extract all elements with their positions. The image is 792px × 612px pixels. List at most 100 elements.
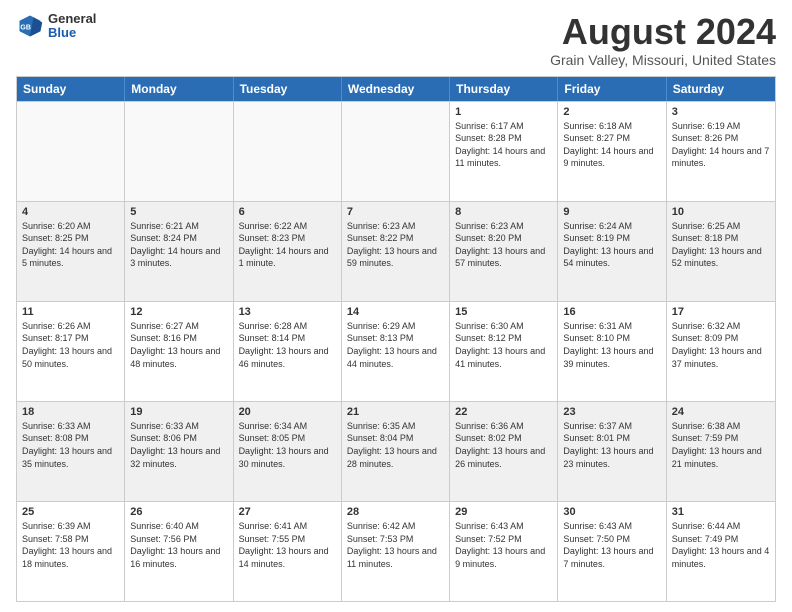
day-of-week-header: Wednesday: [342, 77, 450, 101]
day-info: Sunrise: 6:34 AMSunset: 8:05 PMDaylight:…: [239, 420, 336, 470]
title-area: August 2024 Grain Valley, Missouri, Unit…: [550, 12, 776, 68]
day-info: Sunrise: 6:43 AMSunset: 7:50 PMDaylight:…: [563, 520, 660, 570]
calendar-cell: 25 Sunrise: 6:39 AMSunset: 7:58 PMDayligh…: [17, 502, 125, 601]
day-number: 2: [563, 106, 660, 118]
day-info: Sunrise: 6:43 AMSunset: 7:52 PMDaylight:…: [455, 520, 552, 570]
day-info: Sunrise: 6:41 AMSunset: 7:55 PMDaylight:…: [239, 520, 336, 570]
calendar-cell: [125, 102, 233, 201]
header: GB General Blue August 2024 Grain Valley…: [16, 12, 776, 68]
logo-text: General Blue: [48, 12, 96, 41]
day-info: Sunrise: 6:24 AMSunset: 8:19 PMDaylight:…: [563, 220, 660, 270]
day-info: Sunrise: 6:40 AMSunset: 7:56 PMDaylight:…: [130, 520, 227, 570]
calendar-row: 4 Sunrise: 6:20 AMSunset: 8:25 PMDaylight…: [17, 201, 775, 301]
month-title: August 2024: [550, 12, 776, 52]
day-number: 7: [347, 206, 444, 218]
day-info: Sunrise: 6:39 AMSunset: 7:58 PMDaylight:…: [22, 520, 119, 570]
calendar-cell: 30 Sunrise: 6:43 AMSunset: 7:50 PMDayligh…: [558, 502, 666, 601]
calendar-cell: 9Sunrise: 6:24 AMSunset: 8:19 PMDaylight…: [558, 202, 666, 301]
day-number: 1: [455, 106, 552, 118]
day-number: 30: [563, 506, 660, 518]
day-info: Sunrise: 6:27 AMSunset: 8:16 PMDaylight:…: [130, 320, 227, 370]
day-number: 15: [455, 306, 552, 318]
calendar-cell: 29 Sunrise: 6:43 AMSunset: 7:52 PMDayligh…: [450, 502, 558, 601]
calendar-cell: 13Sunrise: 6:28 AMSunset: 8:14 PMDayligh…: [234, 302, 342, 401]
calendar-header: SundayMondayTuesdayWednesdayThursdayFrid…: [17, 77, 775, 101]
calendar-cell: 18Sunrise: 6:33 AMSunset: 8:08 PMDayligh…: [17, 402, 125, 501]
calendar-cell: 2 Sunrise: 6:18 AMSunset: 8:27 PMDaylight…: [558, 102, 666, 201]
day-info: Sunrise: 6:18 AMSunset: 8:27 PMDaylight:…: [563, 120, 660, 170]
day-info: Sunrise: 6:21 AMSunset: 8:24 PMDaylight:…: [130, 220, 227, 270]
day-info: Sunrise: 6:29 AMSunset: 8:13 PMDaylight:…: [347, 320, 444, 370]
day-number: 11: [22, 306, 119, 318]
day-number: 17: [672, 306, 770, 318]
location: Grain Valley, Missouri, United States: [550, 52, 776, 68]
day-info: Sunrise: 6:22 AMSunset: 8:23 PMDaylight:…: [239, 220, 336, 270]
day-number: 16: [563, 306, 660, 318]
day-number: 4: [22, 206, 119, 218]
day-info: Sunrise: 6:20 AMSunset: 8:25 PMDaylight:…: [22, 220, 119, 270]
day-of-week-header: Thursday: [450, 77, 558, 101]
day-number: 13: [239, 306, 336, 318]
day-info: Sunrise: 6:35 AMSunset: 8:04 PMDaylight:…: [347, 420, 444, 470]
calendar-cell: 21 Sunrise: 6:35 AMSunset: 8:04 PMDayligh…: [342, 402, 450, 501]
day-info: Sunrise: 6:38 AMSunset: 7:59 PMDaylight:…: [672, 420, 770, 470]
day-number: 6: [239, 206, 336, 218]
calendar-cell: [342, 102, 450, 201]
day-info: Sunrise: 6:25 AMSunset: 8:18 PMDaylight:…: [672, 220, 770, 270]
day-number: 23: [563, 406, 660, 418]
day-info: Sunrise: 6:30 AMSunset: 8:12 PMDaylight:…: [455, 320, 552, 370]
page: GB General Blue August 2024 Grain Valley…: [0, 0, 792, 612]
day-number: 14: [347, 306, 444, 318]
day-of-week-header: Monday: [125, 77, 233, 101]
day-info: Sunrise: 6:36 AMSunset: 8:02 PMDaylight:…: [455, 420, 552, 470]
svg-text:GB: GB: [20, 25, 31, 32]
calendar-cell: 15 Sunrise: 6:30 AMSunset: 8:12 PMDayligh…: [450, 302, 558, 401]
logo-blue: Blue: [48, 26, 96, 40]
day-number: 10: [672, 206, 770, 218]
calendar-cell: 24 Sunrise: 6:38 AMSunset: 7:59 PMDayligh…: [667, 402, 775, 501]
day-number: 24: [672, 406, 770, 418]
calendar-cell: 16Sunrise: 6:31 AMSunset: 8:10 PMDayligh…: [558, 302, 666, 401]
calendar-cell: [17, 102, 125, 201]
calendar-cell: 12 Sunrise: 6:27 AMSunset: 8:16 PMDayligh…: [125, 302, 233, 401]
calendar-cell: 5 Sunrise: 6:21 AMSunset: 8:24 PMDaylight…: [125, 202, 233, 301]
logo: GB General Blue: [16, 12, 96, 41]
calendar-cell: 27Sunrise: 6:41 AMSunset: 7:55 PMDayligh…: [234, 502, 342, 601]
day-info: Sunrise: 6:17 AMSunset: 8:28 PMDaylight:…: [455, 120, 552, 170]
day-number: 8: [455, 206, 552, 218]
calendar-cell: 31Sunrise: 6:44 AMSunset: 7:49 PMDayligh…: [667, 502, 775, 601]
day-number: 29: [455, 506, 552, 518]
day-number: 19: [130, 406, 227, 418]
calendar-row: 25 Sunrise: 6:39 AMSunset: 7:58 PMDayligh…: [17, 501, 775, 601]
day-number: 5: [130, 206, 227, 218]
day-number: 3: [672, 106, 770, 118]
calendar-cell: 19Sunrise: 6:33 AMSunset: 8:06 PMDayligh…: [125, 402, 233, 501]
day-number: 20: [239, 406, 336, 418]
day-number: 31: [672, 506, 770, 518]
day-number: 21: [347, 406, 444, 418]
day-info: Sunrise: 6:23 AMSunset: 8:20 PMDaylight:…: [455, 220, 552, 270]
calendar-cell: 22 Sunrise: 6:36 AMSunset: 8:02 PMDayligh…: [450, 402, 558, 501]
calendar-cell: 3 Sunrise: 6:19 AMSunset: 8:26 PMDaylight…: [667, 102, 775, 201]
calendar-cell: 6 Sunrise: 6:22 AMSunset: 8:23 PMDaylight…: [234, 202, 342, 301]
calendar-row: 18Sunrise: 6:33 AMSunset: 8:08 PMDayligh…: [17, 401, 775, 501]
calendar-cell: 7Sunrise: 6:23 AMSunset: 8:22 PMDaylight…: [342, 202, 450, 301]
day-number: 25: [22, 506, 119, 518]
day-of-week-header: Saturday: [667, 77, 775, 101]
day-number: 22: [455, 406, 552, 418]
calendar-cell: 26Sunrise: 6:40 AMSunset: 7:56 PMDayligh…: [125, 502, 233, 601]
calendar-cell: 10 Sunrise: 6:25 AMSunset: 8:18 PMDayligh…: [667, 202, 775, 301]
logo-general: General: [48, 12, 96, 26]
calendar: SundayMondayTuesdayWednesdayThursdayFrid…: [16, 76, 776, 602]
day-of-week-header: Friday: [558, 77, 666, 101]
calendar-cell: 20 Sunrise: 6:34 AMSunset: 8:05 PMDayligh…: [234, 402, 342, 501]
day-number: 28: [347, 506, 444, 518]
calendar-row: 1 Sunrise: 6:17 AMSunset: 8:28 PMDaylight…: [17, 101, 775, 201]
day-of-week-header: Sunday: [17, 77, 125, 101]
day-info: Sunrise: 6:37 AMSunset: 8:01 PMDaylight:…: [563, 420, 660, 470]
day-info: Sunrise: 6:19 AMSunset: 8:26 PMDaylight:…: [672, 120, 770, 170]
day-number: 12: [130, 306, 227, 318]
day-info: Sunrise: 6:33 AMSunset: 8:08 PMDaylight:…: [22, 420, 119, 470]
day-info: Sunrise: 6:26 AMSunset: 8:17 PMDaylight:…: [22, 320, 119, 370]
calendar-body: 1 Sunrise: 6:17 AMSunset: 8:28 PMDaylight…: [17, 101, 775, 601]
